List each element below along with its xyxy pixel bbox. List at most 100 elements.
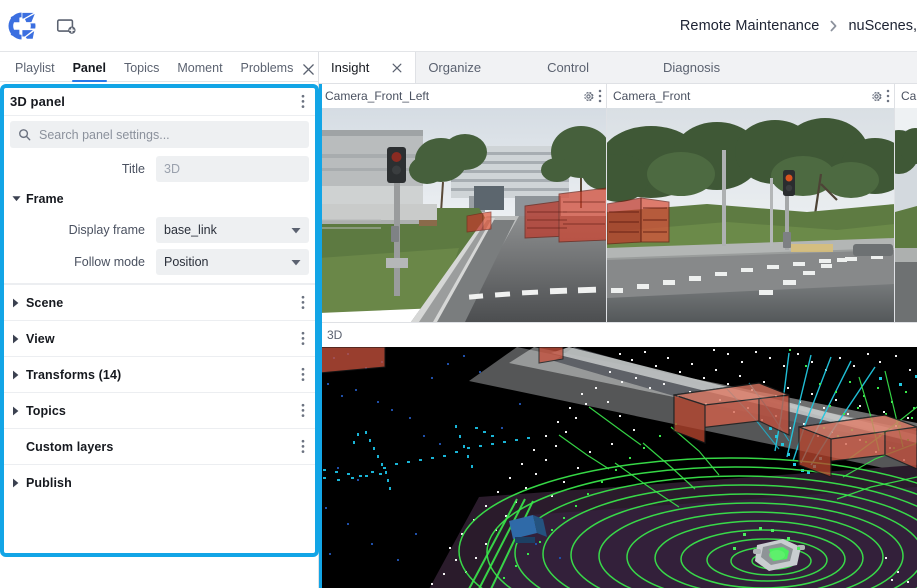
sidebar-tab-playlist[interactable]: Playlist: [6, 61, 64, 82]
close-icon[interactable]: [391, 62, 403, 74]
breadcrumb: Remote Maintenance nuScenes,: [680, 18, 917, 34]
sidebar-tab-topics[interactable]: Topics: [115, 61, 168, 82]
title-field[interactable]: 3D: [156, 156, 309, 182]
chevron-right-icon: [12, 370, 26, 380]
frame-group-label: Frame: [26, 191, 64, 206]
tab-diagnosis[interactable]: Diagnosis: [601, 52, 732, 83]
panel-settings-header: 3D panel: [4, 88, 315, 116]
sidebar-item-view[interactable]: View: [4, 320, 315, 356]
top-bar: Remote Maintenance nuScenes,: [0, 0, 917, 52]
chevron-right-icon: [12, 478, 26, 488]
chevron-down-icon: [291, 227, 301, 234]
display-frame-row: Display frame base_link: [4, 215, 315, 245]
close-icon[interactable]: [302, 63, 315, 81]
chevron-down-icon: [12, 195, 26, 202]
gear-icon[interactable]: [870, 90, 883, 103]
add-panel-icon[interactable]: [49, 9, 83, 43]
sidebar-tab-panel[interactable]: Panel: [64, 61, 115, 82]
workspace-tab-bar: Insight Organize Control Diagnosis: [319, 52, 917, 84]
follow-mode-row: Follow mode Position: [4, 247, 315, 277]
breadcrumb-item-1[interactable]: nuScenes,: [848, 18, 917, 34]
tab-control-label: Control: [547, 60, 589, 75]
tab-organize-label: Organize: [428, 60, 482, 75]
follow-mode-select[interactable]: Position: [156, 249, 309, 275]
camera-panel-front-left: Camera_Front_Left: [319, 84, 607, 322]
sidebar-item-label: View: [26, 331, 55, 346]
kebab-menu-icon[interactable]: [886, 89, 890, 103]
threed-panel-title: 3D: [327, 328, 343, 342]
focused-panel-accent: [319, 84, 322, 588]
add-panel-svg: [56, 18, 76, 34]
sidebar-item-transforms[interactable]: Transforms (14): [4, 356, 315, 392]
sidebar-item-custom-layers[interactable]: Custom layers: [4, 428, 315, 464]
chevron-down-icon: [291, 259, 301, 266]
tab-organize[interactable]: Organize: [416, 52, 493, 83]
display-frame-select[interactable]: base_link: [156, 217, 309, 243]
display-frame-value: base_link: [164, 223, 217, 237]
gear-icon[interactable]: [582, 90, 595, 103]
sidebar-item-publish[interactable]: Publish: [4, 464, 315, 500]
search-icon: [18, 128, 31, 141]
camera-front-left-render: [319, 108, 606, 322]
panel-settings-card: 3D panel Search panel settings... Title …: [0, 84, 319, 557]
search-row: Search panel settings...: [4, 116, 315, 152]
breadcrumb-item-0[interactable]: Remote Maintenance: [680, 18, 820, 34]
sidebar-item-label: Topics: [26, 403, 66, 418]
sidebar-tab-bar: Playlist Panel Topics Moment Problems: [0, 52, 318, 82]
threed-panel: 3D: [319, 322, 917, 588]
chevron-right-icon: [829, 20, 838, 32]
camera-row: Camera_Front_Left Camera_Front Ca: [319, 84, 917, 322]
tab-diagnosis-label: Diagnosis: [662, 60, 721, 75]
camera-panel-header: Camera_Front_Left: [319, 84, 606, 108]
chevron-right-icon: [12, 334, 26, 344]
sidebar-item-label: Transforms (14): [26, 367, 122, 382]
sidebar-item-label: Scene: [26, 295, 64, 310]
follow-mode-label: Follow mode: [74, 255, 145, 269]
left-sidebar: Playlist Panel Topics Moment Problems 3D…: [0, 52, 319, 588]
frame-group-header[interactable]: Frame: [4, 184, 315, 213]
tab-control[interactable]: Control: [493, 52, 601, 83]
search-input[interactable]: Search panel settings...: [10, 121, 309, 148]
camera-panel-tools: [870, 89, 890, 103]
camera-panel-third: Cam: [895, 84, 917, 322]
camera-panel-front: Camera_Front: [607, 84, 895, 322]
sidebar-tab-moment[interactable]: Moment: [168, 61, 231, 82]
camera-panel-title: Camera_Front_Left: [325, 89, 430, 103]
kebab-menu-icon[interactable]: [297, 92, 309, 111]
camera-panel-tools: [582, 89, 602, 103]
sidebar-item-label: Publish: [26, 475, 72, 490]
kebab-menu-icon[interactable]: [297, 293, 309, 312]
tab-insight[interactable]: Insight: [319, 52, 417, 83]
camera-image-front-left: [319, 108, 606, 322]
chevron-right-icon: [12, 298, 26, 308]
kebab-menu-icon[interactable]: [297, 365, 309, 384]
camera-panel-title: Cam: [901, 89, 917, 103]
camera-front-render: [607, 108, 894, 322]
camera-image-third: [895, 108, 917, 322]
pointcloud-render: [319, 347, 917, 588]
app-root: Remote Maintenance nuScenes, Playlist Pa…: [0, 0, 917, 588]
aperture-logo-icon[interactable]: [1, 5, 43, 47]
display-frame-label: Display frame: [68, 223, 145, 237]
camera-third-render: [895, 108, 917, 322]
camera-panel-header: Camera_Front: [607, 84, 894, 108]
workspace: Insight Organize Control Diagnosis Camer…: [319, 52, 917, 588]
panel-grid: Camera_Front_Left Camera_Front Ca 3D: [319, 84, 917, 588]
camera-image-front: [607, 108, 894, 322]
sidebar-item-label: Custom layers: [26, 439, 114, 454]
kebab-menu-icon[interactable]: [598, 89, 602, 103]
kebab-menu-icon[interactable]: [297, 437, 309, 456]
tab-insight-label: Insight: [331, 60, 370, 75]
sidebar-item-topics[interactable]: Topics: [4, 392, 315, 428]
sidebar-item-scene[interactable]: Scene: [4, 284, 315, 320]
title-field-label: Title: [121, 162, 145, 176]
sidebar-tab-problems[interactable]: Problems: [232, 61, 303, 82]
follow-mode-value: Position: [164, 255, 209, 269]
camera-panel-title: Camera_Front: [613, 89, 691, 103]
kebab-menu-icon[interactable]: [297, 329, 309, 348]
search-placeholder: Search panel settings...: [39, 127, 170, 142]
kebab-menu-icon[interactable]: [297, 401, 309, 420]
chevron-right-icon: [12, 406, 26, 416]
title-field-row: Title 3D: [4, 154, 315, 184]
threed-pointcloud-canvas[interactable]: [319, 347, 917, 588]
